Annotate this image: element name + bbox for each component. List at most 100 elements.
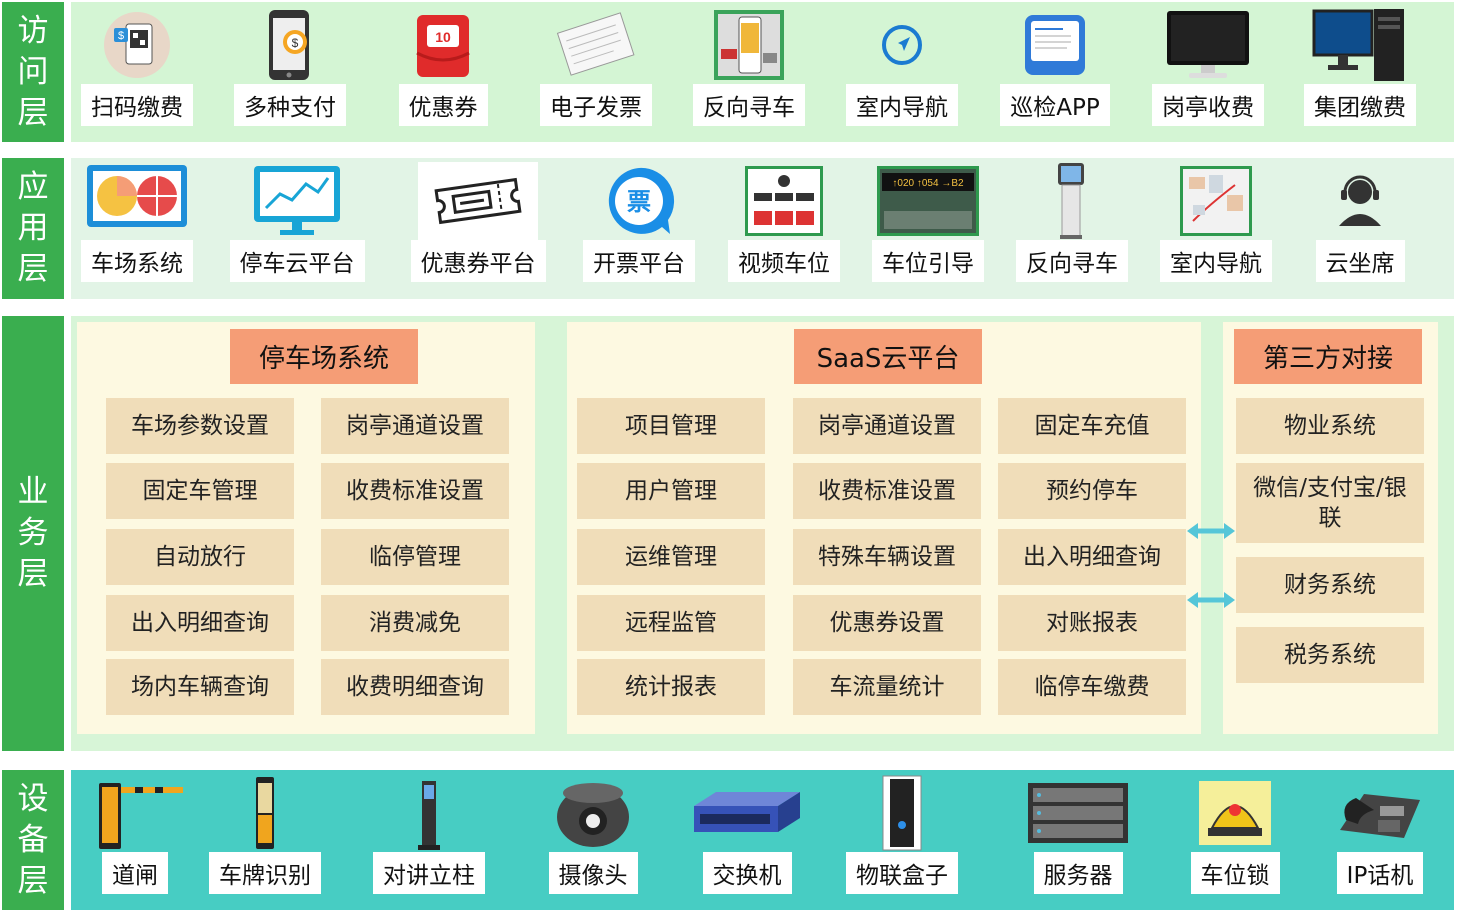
plate-recognition-icon <box>207 774 323 852</box>
intercom-pillar-icon <box>370 774 488 852</box>
third-party-title: 第三方对接 <box>1234 329 1422 384</box>
module-entry-exit-query[interactable]: 出入明细查询 <box>998 529 1186 585</box>
access-item-multi-pay[interactable]: $ 多种支付 <box>230 6 350 126</box>
access-item-label: 电子发票 <box>540 84 652 126</box>
app-item-cloud-seat[interactable]: 云坐席 <box>1300 162 1420 282</box>
access-item-coupon[interactable]: 10 优惠券 <box>383 6 503 126</box>
module-project-mgmt[interactable]: 项目管理 <box>577 398 765 454</box>
access-item-indoor-nav[interactable]: 室内导航 <box>842 6 962 126</box>
module-parking-params[interactable]: 车场参数设置 <box>106 398 294 454</box>
device-item-label: IP话机 <box>1336 852 1424 894</box>
device-item-ip-phone[interactable]: IP话机 <box>1320 774 1440 894</box>
access-item-group-pay[interactable]: 集团缴费 <box>1300 6 1420 126</box>
access-item-booth-charge[interactable]: 岗亭收费 <box>1148 6 1268 126</box>
mobile-payment-icon: $ <box>230 6 350 84</box>
module-consumption-relief[interactable]: 消费减免 <box>321 595 509 651</box>
module-remote-monitor[interactable]: 远程监管 <box>577 595 765 651</box>
device-item-label: 车牌识别 <box>209 852 321 894</box>
access-item-label: 室内导航 <box>846 84 958 126</box>
access-item-find-car[interactable]: 反向寻车 <box>689 6 809 126</box>
app-item-parking-guidance[interactable]: ↑020 ↑054 →B2 车位引导 <box>868 162 988 282</box>
double-arrow-icon <box>1187 523 1235 539</box>
access-item-inspection-app[interactable]: 巡检APP <box>995 6 1115 126</box>
module-fee-standard[interactable]: 收费标准设置 <box>321 463 509 519</box>
module-entry-exit-query[interactable]: 出入明细查询 <box>106 595 294 651</box>
access-item-scan-pay[interactable]: $ 扫码缴费 <box>77 6 197 126</box>
device-item-switch[interactable]: 交换机 <box>692 774 802 894</box>
module-property-system[interactable]: 物业系统 <box>1236 398 1424 454</box>
device-item-label: 服务器 <box>1033 852 1123 894</box>
module-tax-system[interactable]: 税务系统 <box>1236 627 1424 683</box>
access-item-e-invoice[interactable]: 电子发票 <box>536 6 656 126</box>
business-layer-label: 业务层 <box>2 316 64 751</box>
headset-agent-icon <box>1300 162 1420 240</box>
app-item-find-car[interactable]: 反向寻车 <box>1012 162 1132 282</box>
device-item-parking-lock[interactable]: 车位锁 <box>1180 774 1290 894</box>
app-item-video-parking[interactable]: 视频车位 <box>724 162 844 282</box>
module-vehicle-query[interactable]: 场内车辆查询 <box>106 659 294 715</box>
parking-lock-icon <box>1180 774 1290 852</box>
access-item-label: 集团缴费 <box>1304 84 1416 126</box>
module-booth-channel[interactable]: 岗亭通道设置 <box>321 398 509 454</box>
device-item-label: 摄像头 <box>548 852 638 894</box>
indoor-map-icon <box>1156 162 1276 240</box>
access-item-label: 岗亭收费 <box>1152 84 1264 126</box>
app-item-indoor-nav[interactable]: 室内导航 <box>1156 162 1276 282</box>
module-payment-channels[interactable]: 微信/支付宝/银联 <box>1236 463 1424 543</box>
device-item-label: 物联盒子 <box>846 852 958 894</box>
access-layer-label: 访问层 <box>2 2 64 142</box>
module-temp-car-payment[interactable]: 临停车缴费 <box>998 659 1186 715</box>
device-item-barrier[interactable]: 道闸 <box>80 774 190 894</box>
app-item-label: 车场系统 <box>81 240 193 282</box>
coupon-icon: 10 <box>383 6 503 84</box>
device-item-camera[interactable]: 摄像头 <box>538 774 648 894</box>
module-fee-detail-query[interactable]: 收费明细查询 <box>321 659 509 715</box>
double-arrow-icon <box>1187 592 1235 608</box>
device-item-intercom[interactable]: 对讲立柱 <box>370 774 488 894</box>
app-item-parking-cloud[interactable]: 停车云平台 <box>222 162 372 282</box>
module-booth-channel[interactable]: 岗亭通道设置 <box>793 398 981 454</box>
module-special-vehicle[interactable]: 特殊车辆设置 <box>793 529 981 585</box>
module-user-mgmt[interactable]: 用户管理 <box>577 463 765 519</box>
iot-box-icon <box>842 774 962 852</box>
pie-chart-screen-icon <box>77 162 197 240</box>
invoice-glyph: 票 <box>627 188 651 216</box>
invoice-bubble-icon: 票 <box>580 162 698 240</box>
module-auto-release[interactable]: 自动放行 <box>106 529 294 585</box>
line-chart-screen-icon <box>222 162 372 240</box>
app-item-label: 云坐席 <box>1315 240 1405 282</box>
module-fixed-car-recharge[interactable]: 固定车充值 <box>998 398 1186 454</box>
barrier-gate-icon <box>80 774 190 852</box>
app-item-parking-system[interactable]: 车场系统 <box>77 162 197 282</box>
device-item-server[interactable]: 服务器 <box>1018 774 1138 894</box>
module-reconciliation[interactable]: 对账报表 <box>998 595 1186 651</box>
module-statistics[interactable]: 统计报表 <box>577 659 765 715</box>
app-item-label: 室内导航 <box>1160 240 1272 282</box>
saas-platform-title: SaaS云平台 <box>794 329 982 384</box>
application-layer-label: 应用层 <box>2 158 64 299</box>
access-item-label: 扫码缴费 <box>81 84 193 126</box>
access-item-label: 多种支付 <box>234 84 346 126</box>
device-item-plate-recognition[interactable]: 车牌识别 <box>207 774 323 894</box>
module-ops-mgmt[interactable]: 运维管理 <box>577 529 765 585</box>
svg-text:10: 10 <box>435 29 451 45</box>
module-temp-parking[interactable]: 临停管理 <box>321 529 509 585</box>
access-item-label: 反向寻车 <box>693 84 805 126</box>
app-item-coupon-platform[interactable]: 优惠券平台 <box>400 162 556 282</box>
monitor-icon <box>1148 6 1268 84</box>
module-fixed-car[interactable]: 固定车管理 <box>106 463 294 519</box>
device-item-iot-box[interactable]: 物联盒子 <box>842 774 962 894</box>
module-traffic-stats[interactable]: 车流量统计 <box>793 659 981 715</box>
device-item-label: 道闸 <box>102 852 168 894</box>
app-item-label: 优惠券平台 <box>410 240 546 282</box>
module-coupon-setting[interactable]: 优惠券设置 <box>793 595 981 651</box>
module-fee-standard[interactable]: 收费标准设置 <box>793 463 981 519</box>
module-reserve-parking[interactable]: 预约停车 <box>998 463 1186 519</box>
app-item-invoice-platform[interactable]: 票 开票平台 <box>580 162 698 282</box>
parking-system-title: 停车场系统 <box>230 329 418 384</box>
module-finance-system[interactable]: 财务系统 <box>1236 557 1424 613</box>
ip-phone-icon <box>1320 774 1440 852</box>
navigation-icon <box>842 6 962 84</box>
access-item-label: 优惠券 <box>398 84 488 126</box>
parking-guidance-icon: ↑020 ↑054 →B2 <box>868 162 988 240</box>
